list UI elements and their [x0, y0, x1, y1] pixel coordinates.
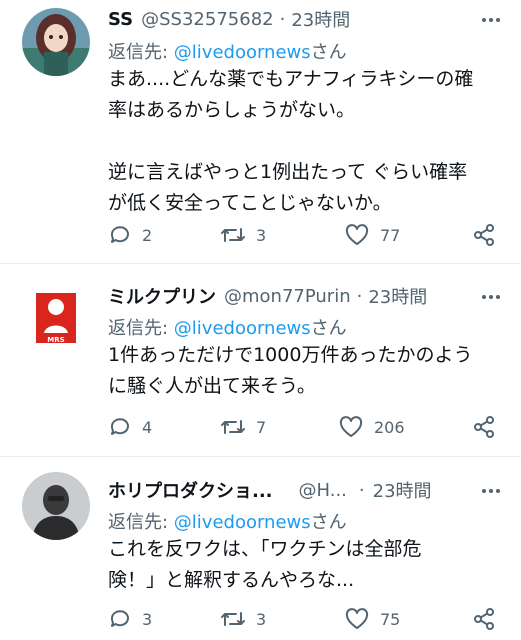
retweet-button[interactable]: 7	[220, 412, 266, 442]
like-button[interactable]: 75	[344, 604, 400, 634]
user-handle[interactable]: @SS32575682	[141, 9, 273, 30]
heart-icon	[345, 224, 369, 245]
reply-suffix: さん	[310, 42, 347, 63]
person-photo-avatar-icon	[22, 472, 90, 540]
tweet-text: これを反ワクは、「ワクチンは全部危 険！」と解釈するんやろな...	[108, 534, 503, 596]
heart-icon	[339, 416, 363, 437]
tweet-text-line: 1件あっただけで1000万件あったかのよう	[108, 344, 473, 366]
svg-text:MRS: MRS	[47, 336, 64, 344]
red-logo-avatar-icon: MRS	[22, 285, 90, 353]
tweet-actions: 3 3 75	[108, 604, 503, 634]
share-icon	[474, 224, 494, 246]
display-name[interactable]: ホリプロダクショ...	[108, 477, 273, 503]
retweet-icon	[221, 612, 245, 626]
reply-mention-link[interactable]: @livedoornews	[174, 512, 311, 533]
reply-count: 4	[142, 417, 153, 437]
retweet-icon	[221, 420, 245, 434]
tweet-text-line	[108, 126, 503, 157]
more-dots-icon[interactable]	[479, 8, 503, 32]
like-button[interactable]: 77	[344, 220, 400, 250]
separator-dot: ·	[279, 8, 286, 30]
share-button[interactable]	[472, 220, 496, 250]
heart-icon	[345, 608, 369, 629]
reply-count: 3	[142, 609, 153, 629]
tweet-actions: 4 7 206	[108, 412, 503, 442]
reply-mention-link[interactable]: @livedoornews	[174, 42, 311, 63]
timestamp[interactable]: 23時間	[368, 283, 427, 309]
retweet-count: 3	[256, 609, 267, 629]
more-dots-icon[interactable]	[479, 285, 503, 309]
tweet-header: SS @SS32575682 · 23時間	[108, 6, 350, 32]
more-dots-icon[interactable]	[479, 479, 503, 503]
retweet-button[interactable]: 3	[220, 220, 266, 250]
reply-button[interactable]: 3	[108, 604, 152, 634]
speech-bubble-icon	[110, 226, 129, 243]
retweet-count: 7	[256, 417, 267, 437]
reply-suffix: さん	[310, 318, 347, 339]
tweet-text-line: が低く安全ってことじゃないか。	[108, 192, 392, 214]
tweet-header: ミルクプリン @mon77Purin · 23時間	[108, 283, 427, 309]
reply-to-line: 返信先: @livedoornewsさん	[108, 314, 347, 340]
retweet-count: 3	[256, 225, 267, 245]
timestamp[interactable]: 23時間	[373, 477, 432, 503]
tweet-text-line: まあ....どんな薬でもアナフィラキシーの確	[108, 68, 474, 90]
reply-count: 2	[142, 225, 153, 245]
tweet-text: 1件あっただけで1000万件あったかのよう に騒ぐ人が出て来そう。	[108, 340, 503, 402]
share-icon	[474, 608, 494, 630]
reply-suffix: さん	[310, 512, 347, 533]
tweet-text-line: 険！」と解釈するんやろな...	[108, 569, 355, 591]
like-count: 77	[380, 225, 401, 245]
user-handle[interactable]: @mon77Purin	[224, 286, 351, 307]
reply-prefix: 返信先:	[108, 318, 174, 339]
avatar[interactable]	[22, 8, 90, 76]
tweet-text-line: に騒ぐ人が出て来そう。	[108, 375, 316, 397]
reply-mention-link[interactable]: @livedoornews	[174, 318, 311, 339]
reply-to-line: 返信先: @livedoornewsさん	[108, 38, 347, 64]
tweet-text-line: 逆に言えばやっと1例出たって ぐらい確率	[108, 161, 468, 183]
display-name[interactable]: ミルクプリン	[108, 283, 216, 309]
separator-dot: ·	[358, 479, 365, 501]
like-button[interactable]: 206	[338, 412, 405, 442]
share-icon	[474, 416, 494, 438]
reply-to-line: 返信先: @livedoornewsさん	[108, 508, 347, 534]
share-button[interactable]	[472, 412, 496, 442]
speech-bubble-icon	[110, 610, 129, 627]
reply-prefix: 返信先:	[108, 42, 174, 63]
like-count: 206	[374, 417, 405, 437]
anime-girl-avatar-icon	[22, 8, 90, 76]
reply-button[interactable]: 4	[108, 412, 152, 442]
like-count: 75	[380, 609, 401, 629]
avatar[interactable]: MRS	[22, 285, 90, 353]
tweet-header: ホリプロダクショ... @H... · 23時間	[108, 477, 432, 503]
retweet-icon	[221, 228, 245, 242]
share-button[interactable]	[472, 604, 496, 634]
display-name[interactable]: SS	[108, 9, 133, 30]
user-handle[interactable]: @H...	[299, 480, 347, 501]
reply-button[interactable]: 2	[108, 220, 152, 250]
tweet-text-line: 率はあるからしょうがない。	[108, 99, 356, 121]
timestamp[interactable]: 23時間	[291, 6, 350, 32]
separator-dot: ·	[356, 285, 363, 307]
tweet-actions: 2 3 77	[108, 220, 503, 250]
speech-bubble-icon	[110, 418, 129, 435]
tweet-text: まあ....どんな薬でもアナフィラキシーの確 率はあるからしょうがない。 逆に言…	[108, 64, 503, 219]
reply-prefix: 返信先:	[108, 512, 174, 533]
tweet-text-line: これを反ワクは、「ワクチンは全部危	[108, 538, 422, 560]
retweet-button[interactable]: 3	[220, 604, 266, 634]
avatar[interactable]	[22, 472, 90, 540]
